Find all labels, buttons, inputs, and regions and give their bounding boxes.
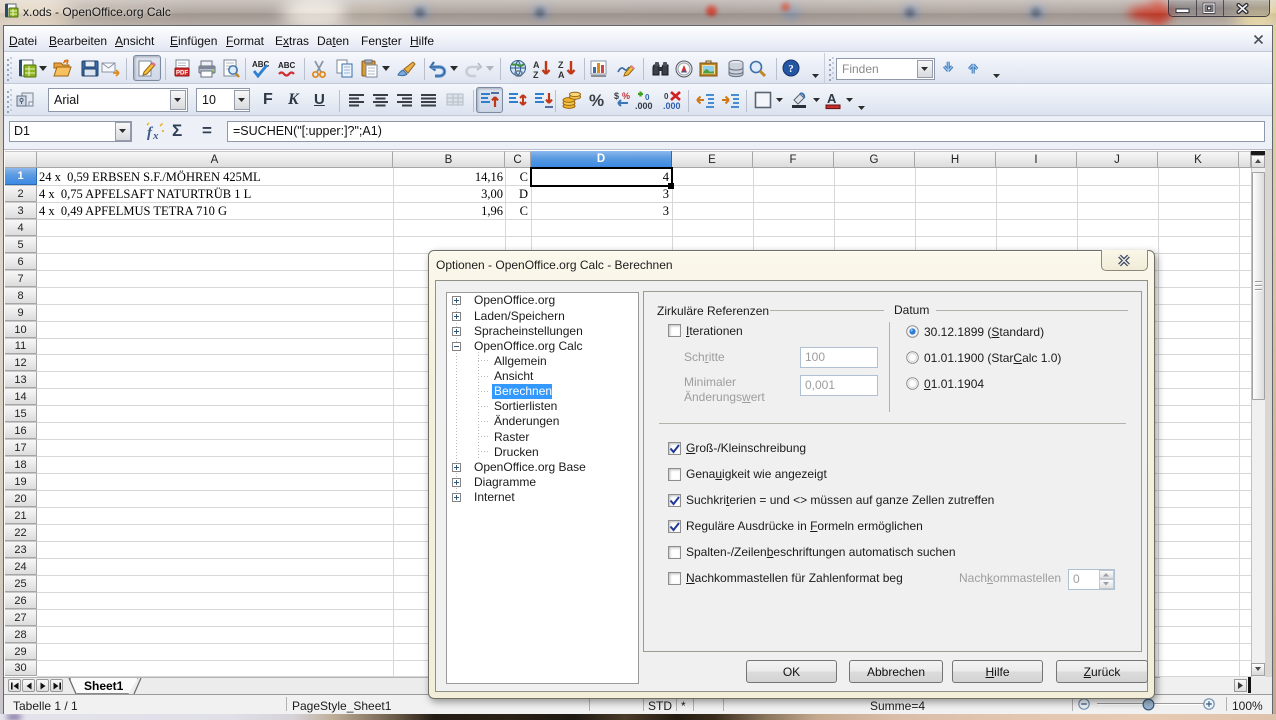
svg-text:A: A	[827, 91, 837, 106]
svg-text:0: 0	[664, 92, 669, 101]
svg-text:%: %	[622, 91, 630, 101]
svg-text:PDF: PDF	[176, 71, 188, 77]
svg-text:A: A	[558, 70, 565, 80]
svg-text:.000: .000	[663, 101, 681, 111]
svg-text:Z: Z	[558, 60, 564, 70]
svg-text:Z: Z	[533, 70, 539, 80]
svg-text:$: $	[614, 91, 619, 101]
svg-text:ABC: ABC	[278, 61, 296, 70]
svg-text:A: A	[533, 60, 540, 70]
svg-text:x: x	[152, 130, 159, 142]
svg-text:.000: .000	[635, 101, 653, 111]
svg-text:?: ?	[788, 63, 794, 75]
svg-text:ABC: ABC	[252, 60, 270, 69]
